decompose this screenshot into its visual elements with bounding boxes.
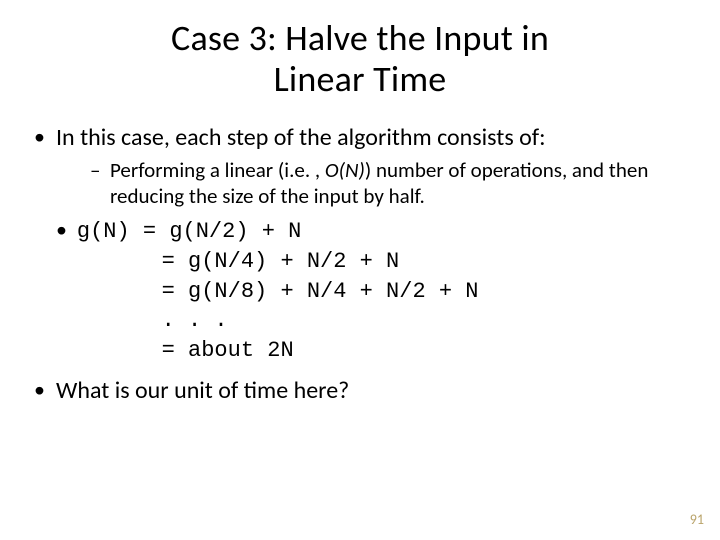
bullet-intro-text: In this case, each step of the algorithm… <box>56 123 546 152</box>
slide: Case 3: Halve the Input in Linear Time I… <box>0 0 720 540</box>
bullet-question-text: What is our unit of time here? <box>56 376 349 405</box>
body-list-2: What is our unit of time here? <box>34 376 686 406</box>
title-line-2: Linear Time <box>274 57 447 101</box>
slide-title: Case 3: Halve the Input in Linear Time <box>34 18 686 101</box>
eq-line-5: = about 2N <box>96 338 294 363</box>
page-number: 91 <box>690 511 704 528</box>
sub-list: Performing a linear (i.e. , O(N)) number… <box>56 157 686 210</box>
bullet-intro: In this case, each step of the algorithm… <box>34 123 686 210</box>
eq-bullet-glyph: • <box>56 216 77 243</box>
sub1-prefix: Performing a linear (i.e. , <box>110 157 325 183</box>
sub-bullet-linear: Performing a linear (i.e. , O(N)) number… <box>90 157 686 210</box>
eq-line-4: . . . <box>96 308 228 333</box>
eq-line-2: = g(N/4) + N/2 + N <box>96 249 400 274</box>
eq-line-1: g(N) = g(N/2) + N <box>77 219 301 244</box>
equation-block: • g(N) = g(N/2) + N = g(N/4) + N/2 + N =… <box>34 215 686 365</box>
sub1-bigO: O(N) <box>325 157 365 183</box>
bullet-question: What is our unit of time here? <box>34 376 686 406</box>
eq-line-3: = g(N/8) + N/4 + N/2 + N <box>96 279 479 304</box>
body-list: In this case, each step of the algorithm… <box>34 123 686 210</box>
title-line-1: Case 3: Halve the Input in <box>171 16 549 60</box>
